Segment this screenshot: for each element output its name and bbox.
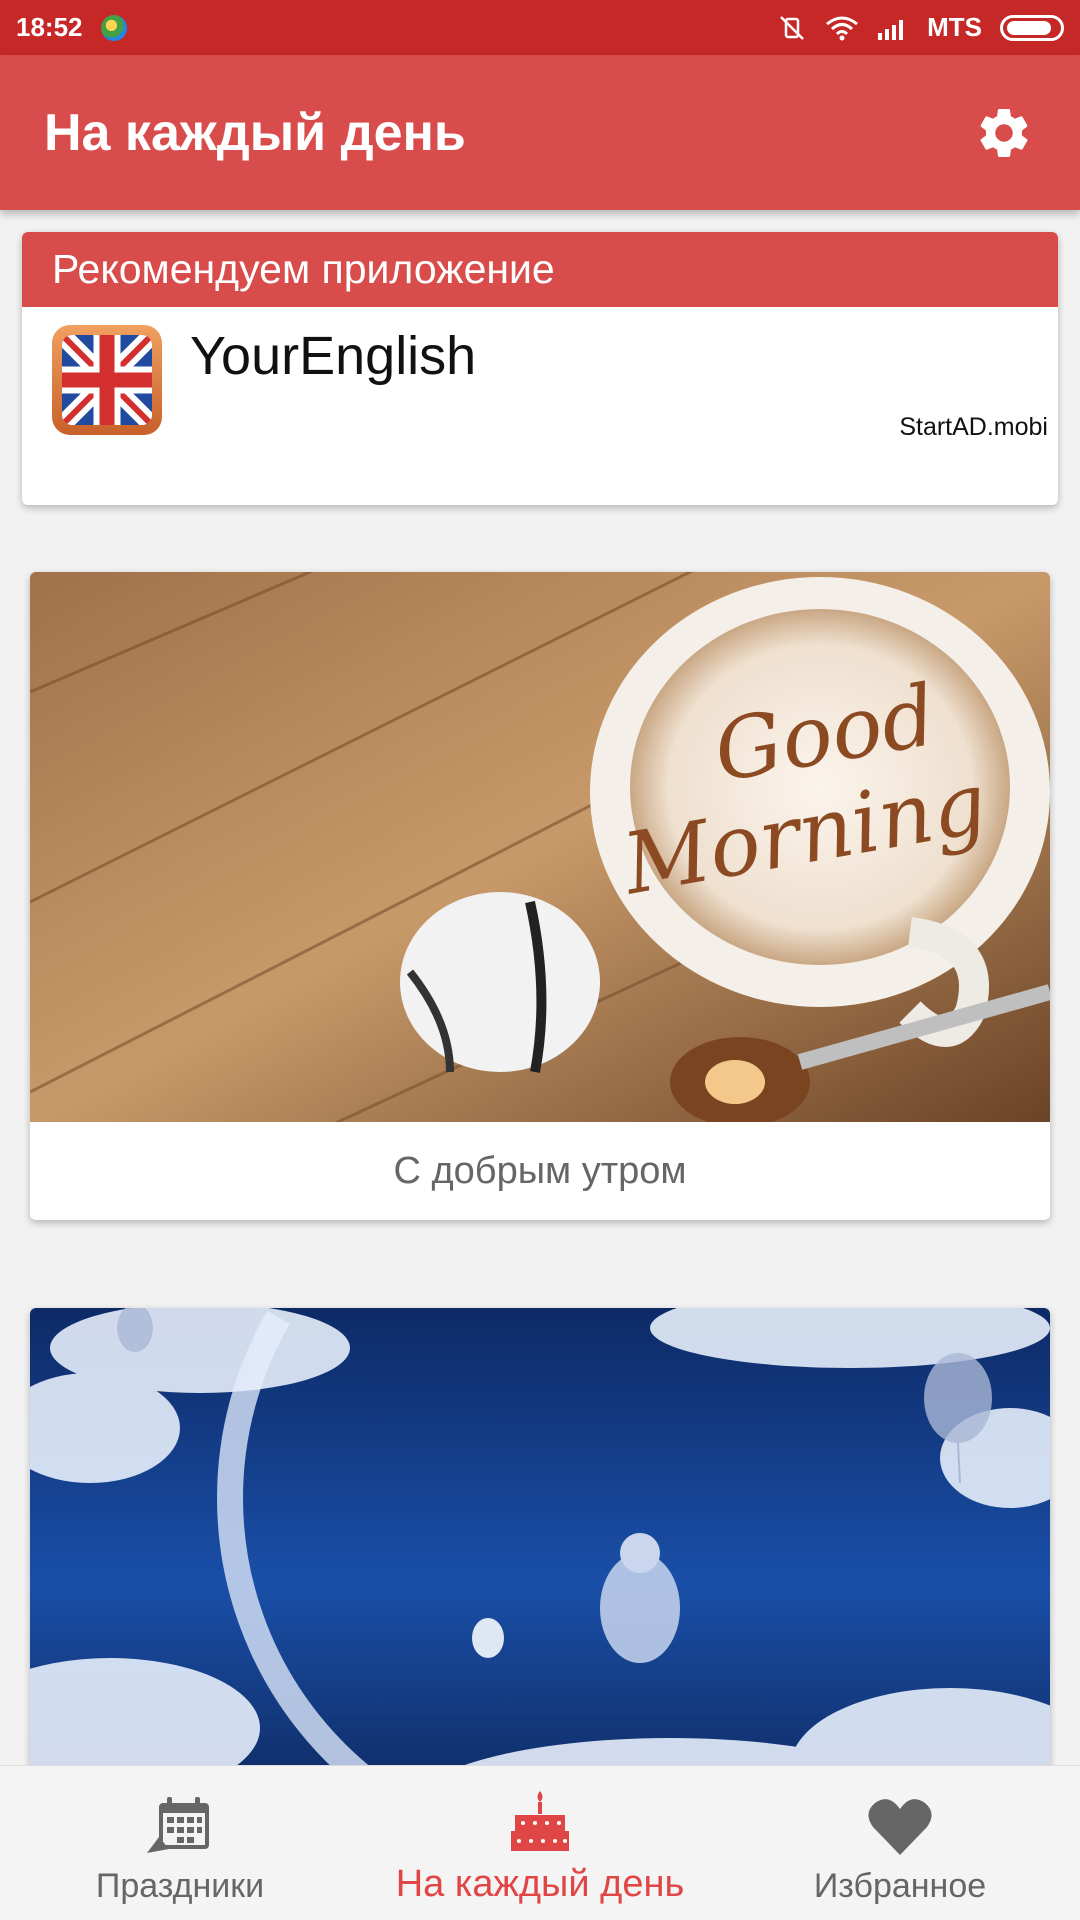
vibrate-off-icon [780, 15, 804, 40]
status-time: 18:52 [16, 12, 83, 42]
recommended-app-body: YourEnglish StartAD.mobi [22, 307, 1058, 505]
status-bar: 18:52 MTS [0, 0, 1080, 55]
page-title: На каждый день [44, 103, 466, 162]
card-caption: С добрым утром [393, 1149, 687, 1192]
carrier-name: MTS [927, 12, 982, 42]
signal-icon [878, 19, 904, 40]
calendar-icon [147, 1797, 209, 1853]
greeting-card[interactable]: Good Morning С добрым утром [30, 572, 1050, 1220]
app-logo [52, 325, 162, 435]
nav-item-holidays[interactable]: Праздники [0, 1766, 360, 1920]
recommended-app-header: Рекомендуем приложение [22, 232, 1058, 307]
nav-label-everyday: На каждый день [395, 1863, 685, 1905]
app-bar: На каждый день [0, 55, 1080, 210]
recommended-app-name: YourEnglish [190, 326, 477, 386]
wifi-icon [826, 16, 859, 40]
cake-icon [511, 1791, 569, 1851]
card-image-coffee: Good Morning [30, 572, 1050, 1122]
gear-icon [980, 108, 1028, 157]
notification-app-icon [100, 14, 127, 41]
screen: 18:52 MTS На каждый день Рекомендуем при… [0, 0, 1080, 1920]
nav-item-favorites[interactable]: Избранное [720, 1766, 1080, 1920]
battery-icon [1000, 14, 1064, 41]
nav-item-everyday[interactable]: На каждый день [360, 1766, 720, 1920]
nav-label-holidays: Праздники [95, 1867, 265, 1905]
recommended-app-card[interactable]: Рекомендуем приложение YourEnglish Start… [22, 232, 1058, 505]
bottom-navigation: Праздники На каждый день Избранное [0, 1765, 1080, 1920]
heart-icon [868, 1799, 932, 1855]
ad-source-label: StartAD.mobi [899, 413, 1048, 441]
nav-label-favorites: Избранное [813, 1867, 987, 1905]
settings-button[interactable] [968, 97, 1040, 169]
uk-flag-icon [62, 335, 152, 425]
